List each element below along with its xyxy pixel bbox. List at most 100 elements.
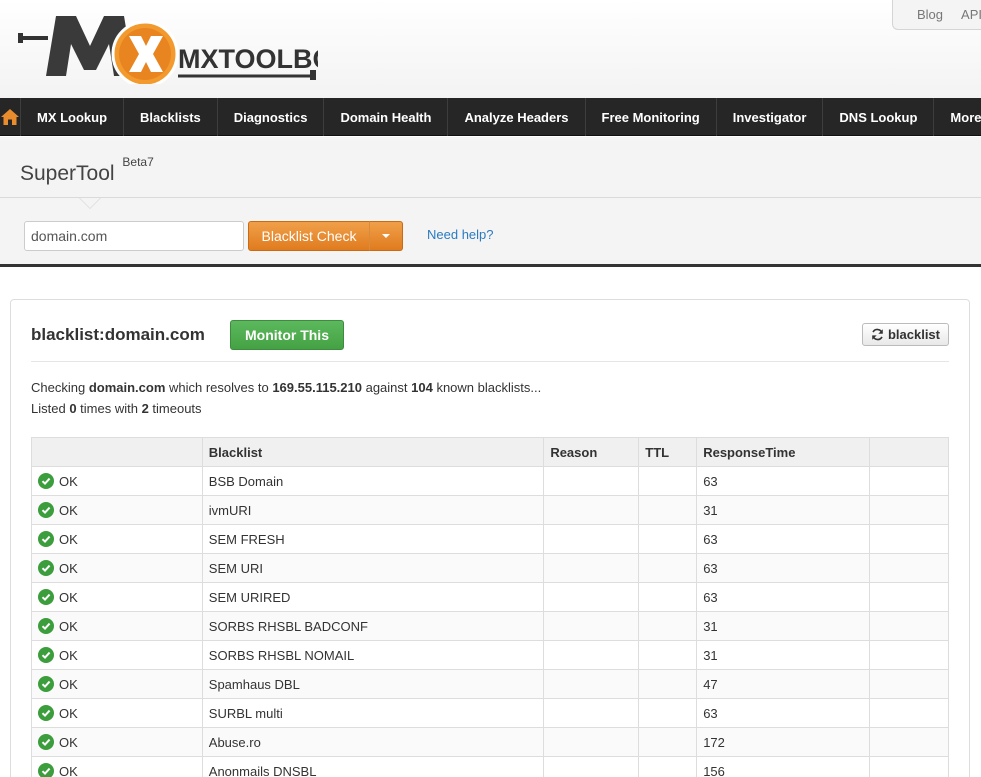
check-circle-icon — [38, 589, 54, 605]
home-icon — [1, 109, 19, 125]
summary-count: 104 — [411, 380, 433, 395]
cell-extra — [869, 582, 949, 612]
cell-status: OK — [31, 611, 203, 641]
cell-blacklist: SURBL multi — [201, 698, 545, 728]
cell-extra — [869, 466, 949, 496]
refresh-blacklist-button[interactable]: blacklist — [861, 323, 949, 346]
result-panel: blacklist:domain.com Monitor This blackl… — [10, 299, 970, 777]
cell-reason — [543, 524, 640, 554]
nav-free-monitoring[interactable]: Free Monitoring — [586, 98, 717, 136]
table-row: OK SEM URI 63 — [31, 553, 949, 583]
summary-line-2: Listed 0 times with 2 timeouts — [31, 398, 541, 419]
cell-blacklist: BSB Domain — [201, 466, 545, 496]
status-text: OK — [59, 531, 78, 547]
supertool-version: Beta7 — [122, 155, 154, 169]
table-row: OK Abuse.ro 172 — [31, 727, 949, 757]
cell-response-time: 63 — [696, 466, 871, 496]
cell-ttl — [638, 698, 698, 728]
nav-diagnostics[interactable]: Diagnostics — [218, 98, 325, 136]
summary-text: times with — [76, 401, 142, 416]
api-link[interactable]: API — [961, 7, 981, 22]
table-header-row: Blacklist Reason TTL ResponseTime — [31, 437, 949, 467]
tool-dropdown-button[interactable] — [369, 221, 403, 251]
nav-blacklists[interactable]: Blacklists — [124, 98, 218, 136]
cell-extra — [869, 698, 949, 728]
cell-ttl — [638, 611, 698, 641]
nav-mx-lookup[interactable]: MX Lookup — [21, 98, 125, 136]
check-circle-icon — [38, 502, 54, 518]
cell-status: OK — [31, 524, 203, 554]
result-summary: Checking domain.com which resolves to 16… — [31, 377, 541, 419]
nav-more[interactable]: More — [934, 98, 981, 136]
cell-extra — [869, 640, 949, 670]
cell-extra — [869, 611, 949, 641]
supertool-input[interactable] — [24, 221, 244, 251]
status-text: OK — [59, 647, 78, 663]
nav-investigator[interactable]: Investigator — [717, 98, 824, 136]
check-circle-icon — [38, 734, 54, 750]
nav-analyze-headers[interactable]: Analyze Headers — [448, 98, 586, 136]
need-help-link[interactable]: Need help? — [427, 227, 494, 242]
cell-response-time: 31 — [696, 495, 871, 525]
status-text: OK — [59, 502, 78, 518]
summary-text: known blacklists... — [432, 380, 542, 395]
cell-reason — [543, 553, 640, 583]
status-text: OK — [59, 676, 78, 692]
cell-status: OK — [31, 582, 203, 612]
cell-reason — [543, 669, 640, 699]
nav-more-label: More — [950, 109, 981, 125]
cell-reason — [543, 466, 640, 496]
cell-ttl — [638, 524, 698, 554]
logo-text: MXTOOLBOX — [178, 44, 318, 74]
table-row: OK ivmURI 31 — [31, 495, 949, 525]
cell-ttl — [638, 756, 698, 777]
cell-extra — [869, 553, 949, 583]
status-text: OK — [59, 560, 78, 576]
col-header-response-time: ResponseTime — [696, 437, 871, 467]
blog-link[interactable]: Blog — [917, 7, 943, 22]
summary-text: Listed — [31, 401, 70, 416]
cell-ttl — [638, 466, 698, 496]
table-row: OK SORBS RHSBL NOMAIL 31 — [31, 640, 949, 670]
check-circle-icon — [38, 647, 54, 663]
cell-ttl — [638, 669, 698, 699]
cell-blacklist: Spamhaus DBL — [201, 669, 545, 699]
cell-ttl — [638, 553, 698, 583]
cell-extra — [869, 495, 949, 525]
cell-extra — [869, 727, 949, 757]
col-header-reason: Reason — [543, 437, 640, 467]
table-row: OK SURBL multi 63 — [31, 698, 949, 728]
cell-extra — [869, 669, 949, 699]
summary-ip: 169.55.115.210 — [272, 380, 362, 395]
cell-ttl — [638, 495, 698, 525]
monitor-this-button[interactable]: Monitor This — [230, 320, 344, 350]
col-header-blacklist: Blacklist — [201, 437, 545, 467]
col-header-status — [31, 437, 203, 467]
table-row: OK SEM URIRED 63 — [31, 582, 949, 612]
status-text: OK — [59, 589, 78, 605]
table-row: OK SEM FRESH 63 — [31, 524, 949, 554]
cell-blacklist: ivmURI — [201, 495, 545, 525]
cell-ttl — [638, 640, 698, 670]
cell-response-time: 172 — [696, 727, 871, 757]
cell-reason — [543, 611, 640, 641]
cell-response-time: 47 — [696, 669, 871, 699]
blacklist-table: Blacklist Reason TTL ResponseTime OK BSB… — [31, 437, 949, 777]
cell-extra — [869, 524, 949, 554]
nav-dns-lookup[interactable]: DNS Lookup — [823, 98, 935, 136]
supertool-band: SuperTool Beta7 Blacklist Check Need hel… — [0, 137, 981, 267]
blacklist-check-button[interactable]: Blacklist Check — [248, 221, 370, 251]
cell-reason — [543, 582, 640, 612]
check-circle-icon — [38, 531, 54, 547]
nav-home[interactable] — [0, 98, 21, 136]
status-text: OK — [59, 734, 78, 750]
cell-blacklist: SORBS RHSBL BADCONF — [201, 611, 545, 641]
col-header-ttl: TTL — [638, 437, 698, 467]
cell-reason — [543, 756, 640, 777]
mxtoolbox-logo[interactable]: MXTOOLBOX — [18, 14, 352, 88]
cell-status: OK — [31, 727, 203, 757]
cell-response-time: 31 — [696, 611, 871, 641]
nav-domain-health[interactable]: Domain Health — [324, 98, 449, 136]
status-text: OK — [59, 763, 78, 777]
cell-status: OK — [31, 553, 203, 583]
